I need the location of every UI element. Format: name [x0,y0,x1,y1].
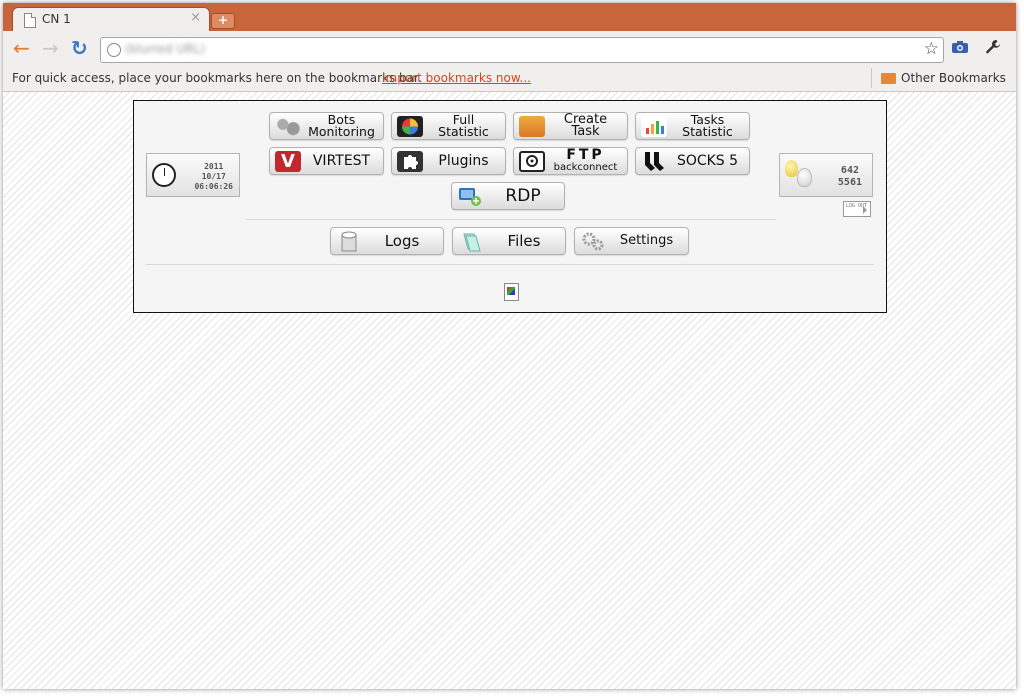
bots-monitoring-label: Bots Monitoring [304,113,379,139]
files-icon [458,231,484,252]
bots-counts: 642 5561 [838,165,862,189]
label-line: Statistic [438,124,489,139]
tab-title: CN 1 [42,12,71,26]
settings-button[interactable]: Settings [574,227,689,255]
clock-year: 2011 [204,162,224,171]
socks5-label: SOCKS 5 [676,153,739,169]
remote-desktop-icon [457,186,483,207]
clock-icon [152,163,176,187]
globe-icon [107,43,121,57]
logs-button[interactable]: Logs [330,227,444,255]
plugins-button[interactable]: Plugins [391,147,506,175]
bulb-off-icon [797,168,812,187]
browser-window: CN 1 × + ← → ↻ (blurred URL) ☆ For quick… [3,3,1016,689]
ftp-title: FTP [566,147,605,163]
tasks-statistic-button[interactable]: Tasks Statistic [635,112,750,140]
clock-time: 06:06:26 [194,182,233,191]
divider [871,68,872,88]
logs-label: Logs [384,232,420,250]
back-arrow-icon[interactable]: ← [13,38,30,58]
paper-roll-icon [336,231,362,252]
page-icon [24,13,36,28]
bookmark-star-icon[interactable]: ☆ [924,39,939,59]
forward-arrow-icon[interactable]: → [42,38,59,58]
rdp-label: RDP [505,186,541,206]
folder-icon [881,73,896,84]
bots-online-count: 642 [840,165,859,176]
bots-counter-widget: 642 5561 [779,153,873,197]
users-icon [275,116,301,137]
gears-icon [580,231,606,252]
import-bookmarks-link[interactable]: Import bookmarks now... [382,71,531,85]
bots-total-count: 5561 [837,177,862,188]
socks5-button[interactable]: SOCKS 5 [635,147,750,175]
virtest-v-icon: V [275,151,301,172]
label-line: Statistic [682,124,733,139]
virtest-label: VIRTEST [312,153,371,169]
rdp-button[interactable]: RDP [451,182,565,210]
browser-tab[interactable]: CN 1 × [12,7,210,32]
other-bookmarks[interactable]: Other Bookmarks [901,71,1006,85]
divider [246,219,776,220]
ftp-backconnect-button[interactable]: FTP backconnect [513,147,628,175]
bots-monitoring-button[interactable]: Bots Monitoring [269,112,384,140]
label-line: Monitoring [308,124,375,139]
create-task-label: Create Task [563,112,608,139]
tab-close-icon[interactable]: × [190,10,201,25]
clock-widget: 2011 10/17 06:06:26 [146,153,240,197]
bookmarks-bar: For quick access, place your bookmarks h… [3,65,1016,92]
full-statistic-label: Full Statistic [426,113,501,139]
virtest-button[interactable]: V VIRTEST [269,147,384,175]
pie-chart-icon [397,116,423,137]
ftp-subtitle: backconnect [553,162,618,173]
title-bar: CN 1 × + [3,3,1016,32]
page-content: 2011 10/17 06:06:26 642 5561 LOG OUT Bot… [3,92,1016,689]
settings-label: Settings [619,233,674,248]
bulb-on-icon [785,160,798,177]
address-bar[interactable]: (blurred URL) ☆ [100,37,944,63]
create-task-button[interactable]: Create Task [513,112,628,140]
bookmarks-hint: For quick access, place your bookmarks h… [12,71,422,85]
browser-toolbar: ← → ↻ (blurred URL) ☆ [3,31,1016,65]
full-statistic-button[interactable]: Full Statistic [391,112,506,140]
divider [146,264,874,265]
socks-icon [641,151,667,172]
new-tab-button[interactable]: + [211,13,235,29]
files-button[interactable]: Files [452,227,566,255]
clock-date: 10/17 [201,172,226,181]
tasks-statistic-label: Tasks Statistic [670,113,745,139]
ftp-label: FTP backconnect [548,148,623,174]
url-text: (blurred URL) [125,42,205,56]
extension-icon[interactable] [951,39,969,58]
clock-text: 2011 10/17 06:06:26 [194,162,233,192]
reload-icon[interactable]: ↻ [71,38,88,58]
files-label: Files [507,232,541,250]
box-icon [519,116,545,137]
plugins-label: Plugins [438,153,489,169]
broken-image-icon [504,283,519,301]
control-panel: 2011 10/17 06:06:26 642 5561 LOG OUT Bot… [133,100,887,313]
puzzle-icon [397,151,423,172]
wrench-icon[interactable] [985,39,1001,59]
logout-button[interactable]: LOG OUT [843,201,871,217]
bar-chart-icon [641,116,667,137]
hard-disk-icon [519,151,545,172]
